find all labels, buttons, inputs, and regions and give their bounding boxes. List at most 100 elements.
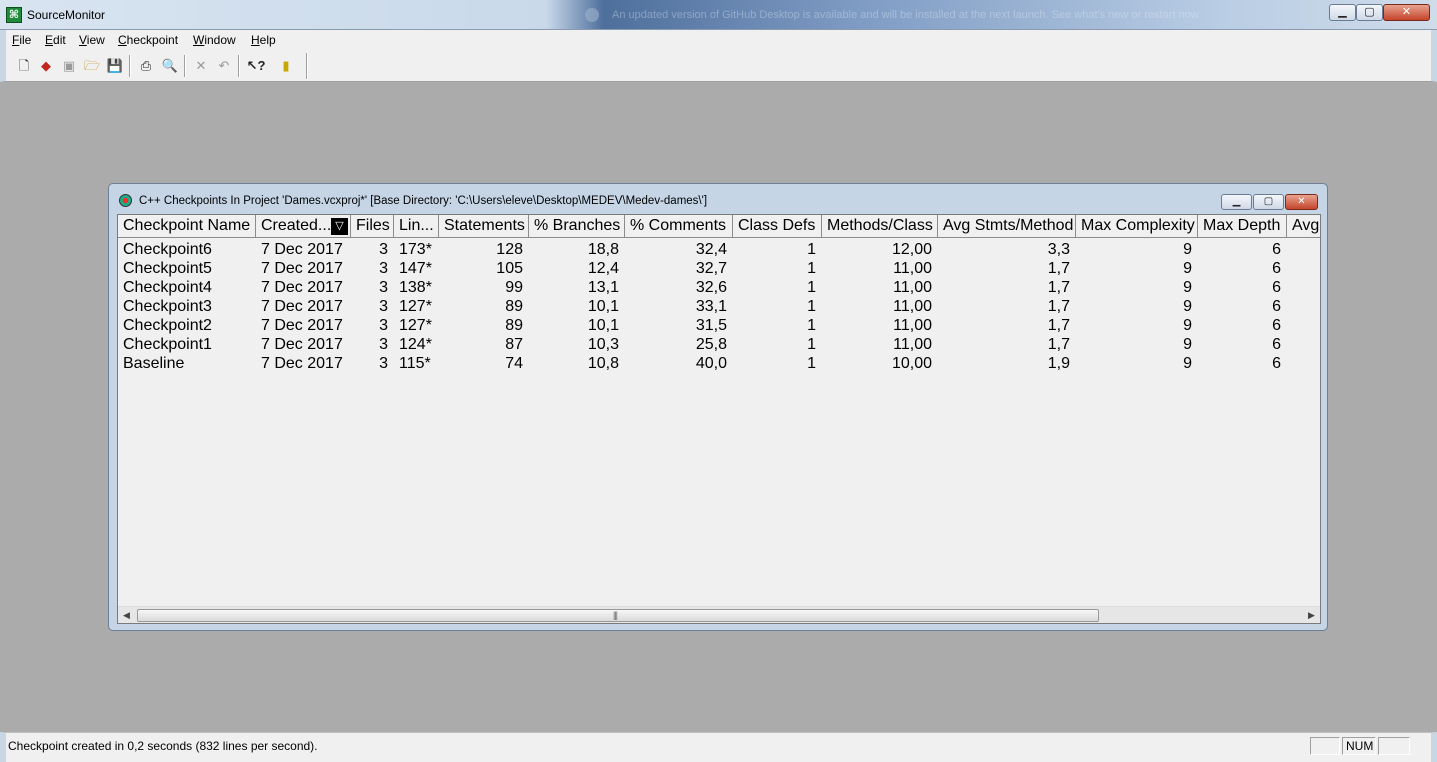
maximize-button[interactable]: ▢ xyxy=(1356,4,1383,21)
minimize-button[interactable]: ▁ xyxy=(1329,4,1356,21)
cell-checkpoint-name: Checkpoint4 xyxy=(123,279,212,296)
cell-methods-per-class: 10,00 xyxy=(891,355,932,372)
cell-statements: 105 xyxy=(496,260,523,277)
header-branches[interactable]: % Branches xyxy=(529,215,625,238)
checkpoints-list[interactable]: Checkpoint Name Created... ▽ Files Lin... Sta… xyxy=(117,214,1321,624)
cell-checkpoint-name: Baseline xyxy=(123,355,185,372)
cell-lines: 138* xyxy=(399,279,432,296)
scrollbar-thumb[interactable]: ||| xyxy=(137,609,1099,622)
cell-avg-stmts-per-method: 1,7 xyxy=(1047,336,1070,353)
cell-lines: 173* xyxy=(399,241,432,258)
save-icon[interactable]: 💾 xyxy=(105,56,125,76)
child-close-button[interactable]: ✕ xyxy=(1285,194,1318,210)
new-file-icon[interactable]: 🗋 xyxy=(14,56,34,76)
context-help-icon[interactable]: ↖? xyxy=(246,56,266,76)
menu-file[interactable]: File xyxy=(12,33,31,47)
cell-checkpoint-name: Checkpoint3 xyxy=(123,298,212,315)
cell-lines: 147* xyxy=(399,260,432,277)
table-row[interactable]: Baseline 7 Dec 2017 3 115* 74 10,8 40,0 1 10,00 1… xyxy=(118,354,1320,373)
cell-checkpoint-name: Checkpoint6 xyxy=(123,241,212,258)
cell-created: 7 Dec 2017 xyxy=(261,355,343,372)
undo-icon[interactable]: ↶ xyxy=(214,56,234,76)
cell-methods-per-class: 11,00 xyxy=(893,279,932,296)
header-avg[interactable]: Avg xyxy=(1287,215,1320,238)
menu-view[interactable]: View xyxy=(79,33,105,47)
header-files[interactable]: Files xyxy=(351,215,394,238)
cell-max-depth: 6 xyxy=(1272,279,1281,296)
new-project-icon[interactable]: ◆ xyxy=(36,56,56,76)
table-row[interactable]: Checkpoint3 7 Dec 2017 3 127* 89 10,1 33,1 1 11,… xyxy=(118,297,1320,316)
checkpoints-window-title: C++ Checkpoints In Project 'Dames.vcxpro… xyxy=(139,195,708,207)
table-row[interactable]: Checkpoint2 7 Dec 2017 3 127* 89 10,1 31,5 1 11,… xyxy=(118,316,1320,335)
cell-files: 3 xyxy=(379,298,388,315)
cell-max-depth: 6 xyxy=(1272,260,1281,277)
child-maximize-button[interactable]: ▢ xyxy=(1253,194,1284,210)
menu-bar: File Edit View Checkpoint Window Help xyxy=(0,30,1437,51)
cell-files: 3 xyxy=(379,336,388,353)
cell-statements: 87 xyxy=(505,336,523,353)
header-checkpoint-name[interactable]: Checkpoint Name xyxy=(118,215,256,238)
open-folder-icon[interactable]: 🗁 xyxy=(82,56,102,76)
cell-max-depth: 6 xyxy=(1272,355,1281,372)
cell-max-depth: 6 xyxy=(1272,336,1281,353)
table-row[interactable]: Checkpoint6 7 Dec 2017 3 173* 128 18,8 32,4 1 12… xyxy=(118,240,1320,259)
close-button[interactable]: ✕ xyxy=(1383,4,1430,21)
cell-branches: 18,8 xyxy=(587,241,619,258)
cell-max-complexity: 9 xyxy=(1183,241,1192,258)
cell-max-depth: 6 xyxy=(1272,241,1281,258)
column-headers: Checkpoint Name Created... ▽ Files Lin... Sta… xyxy=(118,215,1320,238)
menu-edit[interactable]: Edit xyxy=(45,33,66,47)
cell-avg-stmts-per-method: 1,7 xyxy=(1047,317,1070,334)
table-row[interactable]: Checkpoint4 7 Dec 2017 3 138* 99 13,1 32,6 1 11,… xyxy=(118,278,1320,297)
header-created[interactable]: Created... ▽ xyxy=(256,215,351,238)
cell-created: 7 Dec 2017 xyxy=(261,241,343,258)
header-comments[interactable]: % Comments xyxy=(625,215,733,238)
notification-text[interactable]: An updated version of GitHub Desktop is … xyxy=(612,9,1252,21)
header-lines[interactable]: Lin... xyxy=(394,215,439,238)
status-pane-empty xyxy=(1310,737,1340,755)
toolbar-separator xyxy=(184,55,186,77)
table-row[interactable]: Checkpoint1 7 Dec 2017 3 124* 87 10,3 25,8 1 11,… xyxy=(118,335,1320,354)
header-methods-per-class[interactable]: Methods/Class xyxy=(822,215,938,238)
cell-methods-per-class: 12,00 xyxy=(891,241,932,258)
header-class-defs[interactable]: Class Defs xyxy=(733,215,822,238)
checkpoints-window-title-bar: C++ Checkpoints In Project 'Dames.vcxpro… xyxy=(109,184,1327,214)
cell-comments: 40,0 xyxy=(695,355,727,372)
header-max-depth[interactable]: Max Depth xyxy=(1198,215,1287,238)
horizontal-scrollbar[interactable]: ◀ ||| ▶ xyxy=(118,606,1320,623)
menu-checkpoint[interactable]: Checkpoint xyxy=(118,33,178,47)
delete-icon[interactable]: ✕ xyxy=(191,56,211,76)
cell-comments: 32,4 xyxy=(695,241,727,258)
cell-statements: 89 xyxy=(505,298,523,315)
checkpoint-icon[interactable]: ▣ xyxy=(59,56,79,76)
scroll-right-icon[interactable]: ▶ xyxy=(1303,607,1320,623)
cell-max-complexity: 9 xyxy=(1183,317,1192,334)
header-avg-stmts-per-method[interactable]: Avg Stmts/Method xyxy=(938,215,1076,238)
sort-descending-icon[interactable]: ▽ xyxy=(331,218,348,235)
cell-class-defs: 1 xyxy=(807,317,816,334)
child-minimize-button[interactable]: ▁ xyxy=(1221,194,1252,210)
cell-max-complexity: 9 xyxy=(1183,279,1192,296)
header-statements[interactable]: Statements xyxy=(439,215,529,238)
cell-avg-stmts-per-method: 3,3 xyxy=(1047,241,1070,258)
menu-help[interactable]: Help xyxy=(251,33,276,47)
menu-window[interactable]: Window xyxy=(193,33,236,47)
scroll-left-icon[interactable]: ◀ xyxy=(118,607,135,623)
cell-branches: 12,4 xyxy=(587,260,619,277)
print-icon[interactable]: ⎙ xyxy=(136,56,156,76)
cell-class-defs: 1 xyxy=(807,298,816,315)
cell-max-complexity: 9 xyxy=(1183,355,1192,372)
bookmark-icon[interactable]: ▮ xyxy=(276,56,296,76)
cell-statements: 89 xyxy=(505,317,523,334)
app-title: SourceMonitor xyxy=(27,8,106,22)
print-preview-icon[interactable]: 🔍 xyxy=(160,56,180,76)
status-bar: Checkpoint created in 0,2 seconds (832 l… xyxy=(0,732,1437,762)
cell-comments: 33,1 xyxy=(695,298,727,315)
cell-checkpoint-name: Checkpoint1 xyxy=(123,336,212,353)
toolbar: 🗋 ◆ ▣ 🗁 💾 ⎙ 🔍 ✕ ↶ ↖? ▮ xyxy=(0,51,1437,82)
checkpoints-window: C++ Checkpoints In Project 'Dames.vcxpro… xyxy=(108,183,1328,631)
cell-created: 7 Dec 2017 xyxy=(261,260,343,277)
table-row[interactable]: Checkpoint5 7 Dec 2017 3 147* 105 12,4 32,7 1 11… xyxy=(118,259,1320,278)
cell-branches: 10,1 xyxy=(587,317,619,334)
header-max-complexity[interactable]: Max Complexity xyxy=(1076,215,1198,238)
